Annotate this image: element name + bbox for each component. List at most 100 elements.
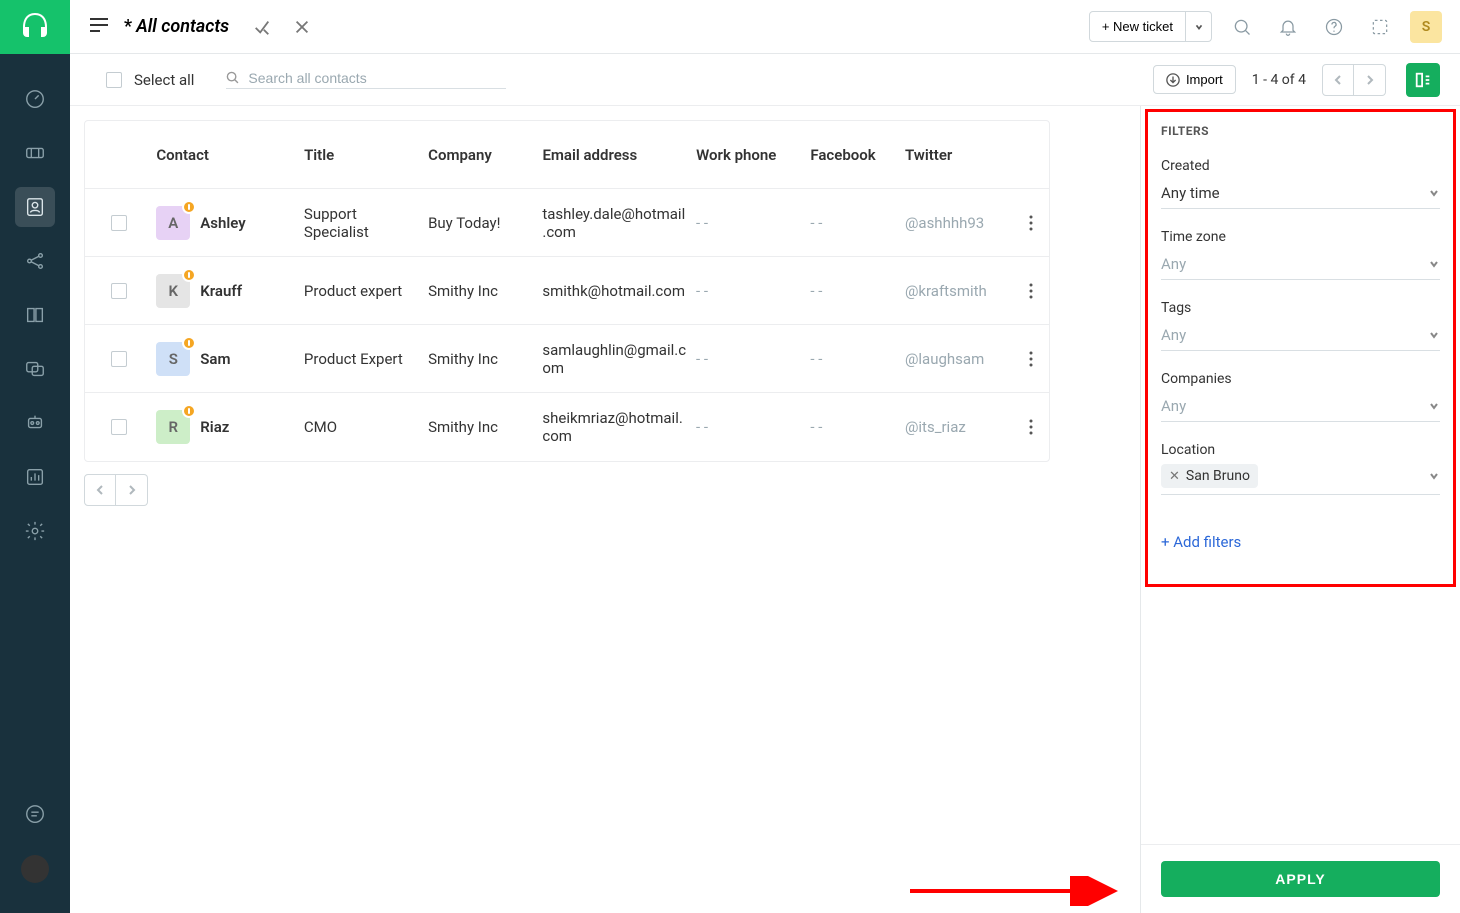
save-view-icon[interactable] (253, 18, 271, 36)
contact-name[interactable]: Ashley (200, 214, 245, 232)
apply-button[interactable]: APPLY (1161, 861, 1440, 897)
nav-analytics[interactable] (15, 457, 55, 497)
contact-twitter: @its_riaz (905, 418, 1004, 436)
table-area: Contact Title Company Email address Work… (70, 106, 1140, 913)
row-menu[interactable] (1003, 215, 1033, 231)
paging-text: 1 - 4 of 4 (1252, 72, 1306, 88)
chevron-down-icon (1428, 258, 1440, 270)
sidebar (0, 0, 70, 913)
nav-tickets[interactable] (15, 133, 55, 173)
contact-work-phone: - - (696, 282, 810, 300)
filters-panel: FILTERS Created Any time Time zone Any (1140, 106, 1460, 913)
search-icon[interactable] (1226, 11, 1258, 43)
row-menu[interactable] (1003, 351, 1033, 367)
add-filters-link[interactable]: + Add filters (1161, 533, 1241, 551)
table-row[interactable]: K Krauff Product expert Smithy Inc smith… (85, 257, 1049, 325)
contact-title: Product expert (304, 282, 428, 300)
contact-title: Support Specialist (304, 205, 428, 241)
contact-work-phone: - - (696, 350, 810, 368)
nav-freshworks[interactable] (15, 794, 55, 834)
user-menu[interactable]: S (1410, 11, 1442, 43)
row-menu[interactable] (1003, 283, 1033, 299)
select-all-checkbox[interactable] (106, 72, 122, 88)
contact-avatar: R (156, 410, 190, 444)
topbar: *All contacts + New ticket S (70, 0, 1460, 54)
col-twitter[interactable]: Twitter (905, 146, 1004, 164)
page-title: *All contacts (124, 16, 229, 37)
row-checkbox[interactable] (111, 351, 127, 367)
user-avatar-bottom[interactable] (21, 855, 49, 883)
nav-contacts[interactable] (15, 187, 55, 227)
contact-email: samlaughlin@gmail.com (542, 341, 696, 377)
contact-company: Smithy Inc (428, 418, 542, 436)
nav-social[interactable] (15, 241, 55, 281)
col-contact[interactable]: Contact (156, 146, 304, 164)
hamburger-menu[interactable] (88, 16, 110, 38)
notifications-icon[interactable] (1272, 11, 1304, 43)
unverified-badge-icon (182, 336, 196, 350)
contact-name[interactable]: Riaz (200, 418, 229, 436)
row-menu[interactable] (1003, 419, 1033, 435)
filter-companies-select[interactable]: Any (1161, 393, 1440, 422)
contact-twitter: @laughsam (905, 350, 1004, 368)
contact-company: Buy Today! (428, 214, 542, 232)
chevron-down-icon (1428, 400, 1440, 412)
select-all-label: Select all (134, 71, 194, 89)
page-prev-bottom[interactable] (84, 474, 116, 506)
filter-created-select[interactable]: Any time (1161, 180, 1440, 209)
expand-icon[interactable] (1364, 11, 1396, 43)
row-checkbox[interactable] (111, 283, 127, 299)
contact-company: Smithy Inc (428, 282, 542, 300)
col-facebook[interactable]: Facebook (810, 146, 905, 164)
table-row[interactable]: S Sam Product Expert Smithy Inc samlaugh… (85, 325, 1049, 393)
page-prev[interactable] (1322, 64, 1354, 96)
location-chip[interactable]: ✕San Bruno (1161, 464, 1258, 488)
filter-created-label: Created (1161, 158, 1440, 174)
filters-title: FILTERS (1161, 124, 1440, 138)
filter-location-label: Location (1161, 442, 1440, 458)
headset-icon (17, 9, 53, 45)
contact-name[interactable]: Sam (200, 350, 230, 368)
filter-companies-label: Companies (1161, 371, 1440, 387)
contact-twitter: @kraftsmith (905, 282, 1004, 300)
col-email[interactable]: Email address (542, 146, 696, 164)
contact-name[interactable]: Krauff (200, 282, 242, 300)
contact-facebook: - - (810, 282, 905, 300)
new-ticket-dropdown[interactable] (1186, 11, 1212, 42)
table-row[interactable]: A Ashley Support Specialist Buy Today! t… (85, 189, 1049, 257)
filter-timezone-select[interactable]: Any (1161, 251, 1440, 280)
filter-tags-select[interactable]: Any (1161, 322, 1440, 351)
new-ticket-button[interactable]: + New ticket (1089, 11, 1186, 42)
contact-email: smithk@hotmail.com (542, 282, 696, 300)
nav-forums[interactable] (15, 349, 55, 389)
nav-dashboard[interactable] (15, 79, 55, 119)
search-icon-inline (226, 71, 240, 85)
contact-avatar: S (156, 342, 190, 376)
filters-panel-toggle[interactable] (1406, 63, 1440, 97)
logo[interactable] (0, 0, 70, 54)
contact-work-phone: - - (696, 214, 810, 232)
chip-remove-icon[interactable]: ✕ (1169, 469, 1180, 484)
help-icon[interactable] (1318, 11, 1350, 43)
nav-solutions[interactable] (15, 295, 55, 335)
annotation-arrow (910, 876, 1130, 906)
chevron-down-icon (1428, 329, 1440, 341)
search-input[interactable] (248, 70, 506, 86)
contact-email: sheikmriaz@hotmail.com (542, 409, 696, 445)
page-next[interactable] (1354, 64, 1386, 96)
unverified-badge-icon (182, 404, 196, 418)
contact-avatar: A (156, 206, 190, 240)
table-row[interactable]: R Riaz CMO Smithy Inc sheikmriaz@hotmail… (85, 393, 1049, 461)
col-company[interactable]: Company (428, 146, 542, 164)
row-checkbox[interactable] (111, 419, 127, 435)
unverified-badge-icon (182, 200, 196, 214)
page-next-bottom[interactable] (116, 474, 148, 506)
nav-bot[interactable] (15, 403, 55, 443)
close-icon[interactable] (293, 18, 311, 36)
filter-location-select[interactable]: ✕San Bruno (1161, 464, 1440, 495)
col-work-phone[interactable]: Work phone (696, 146, 810, 164)
col-title[interactable]: Title (304, 146, 428, 164)
import-button[interactable]: Import (1153, 65, 1236, 94)
nav-admin[interactable] (15, 511, 55, 551)
row-checkbox[interactable] (111, 215, 127, 231)
